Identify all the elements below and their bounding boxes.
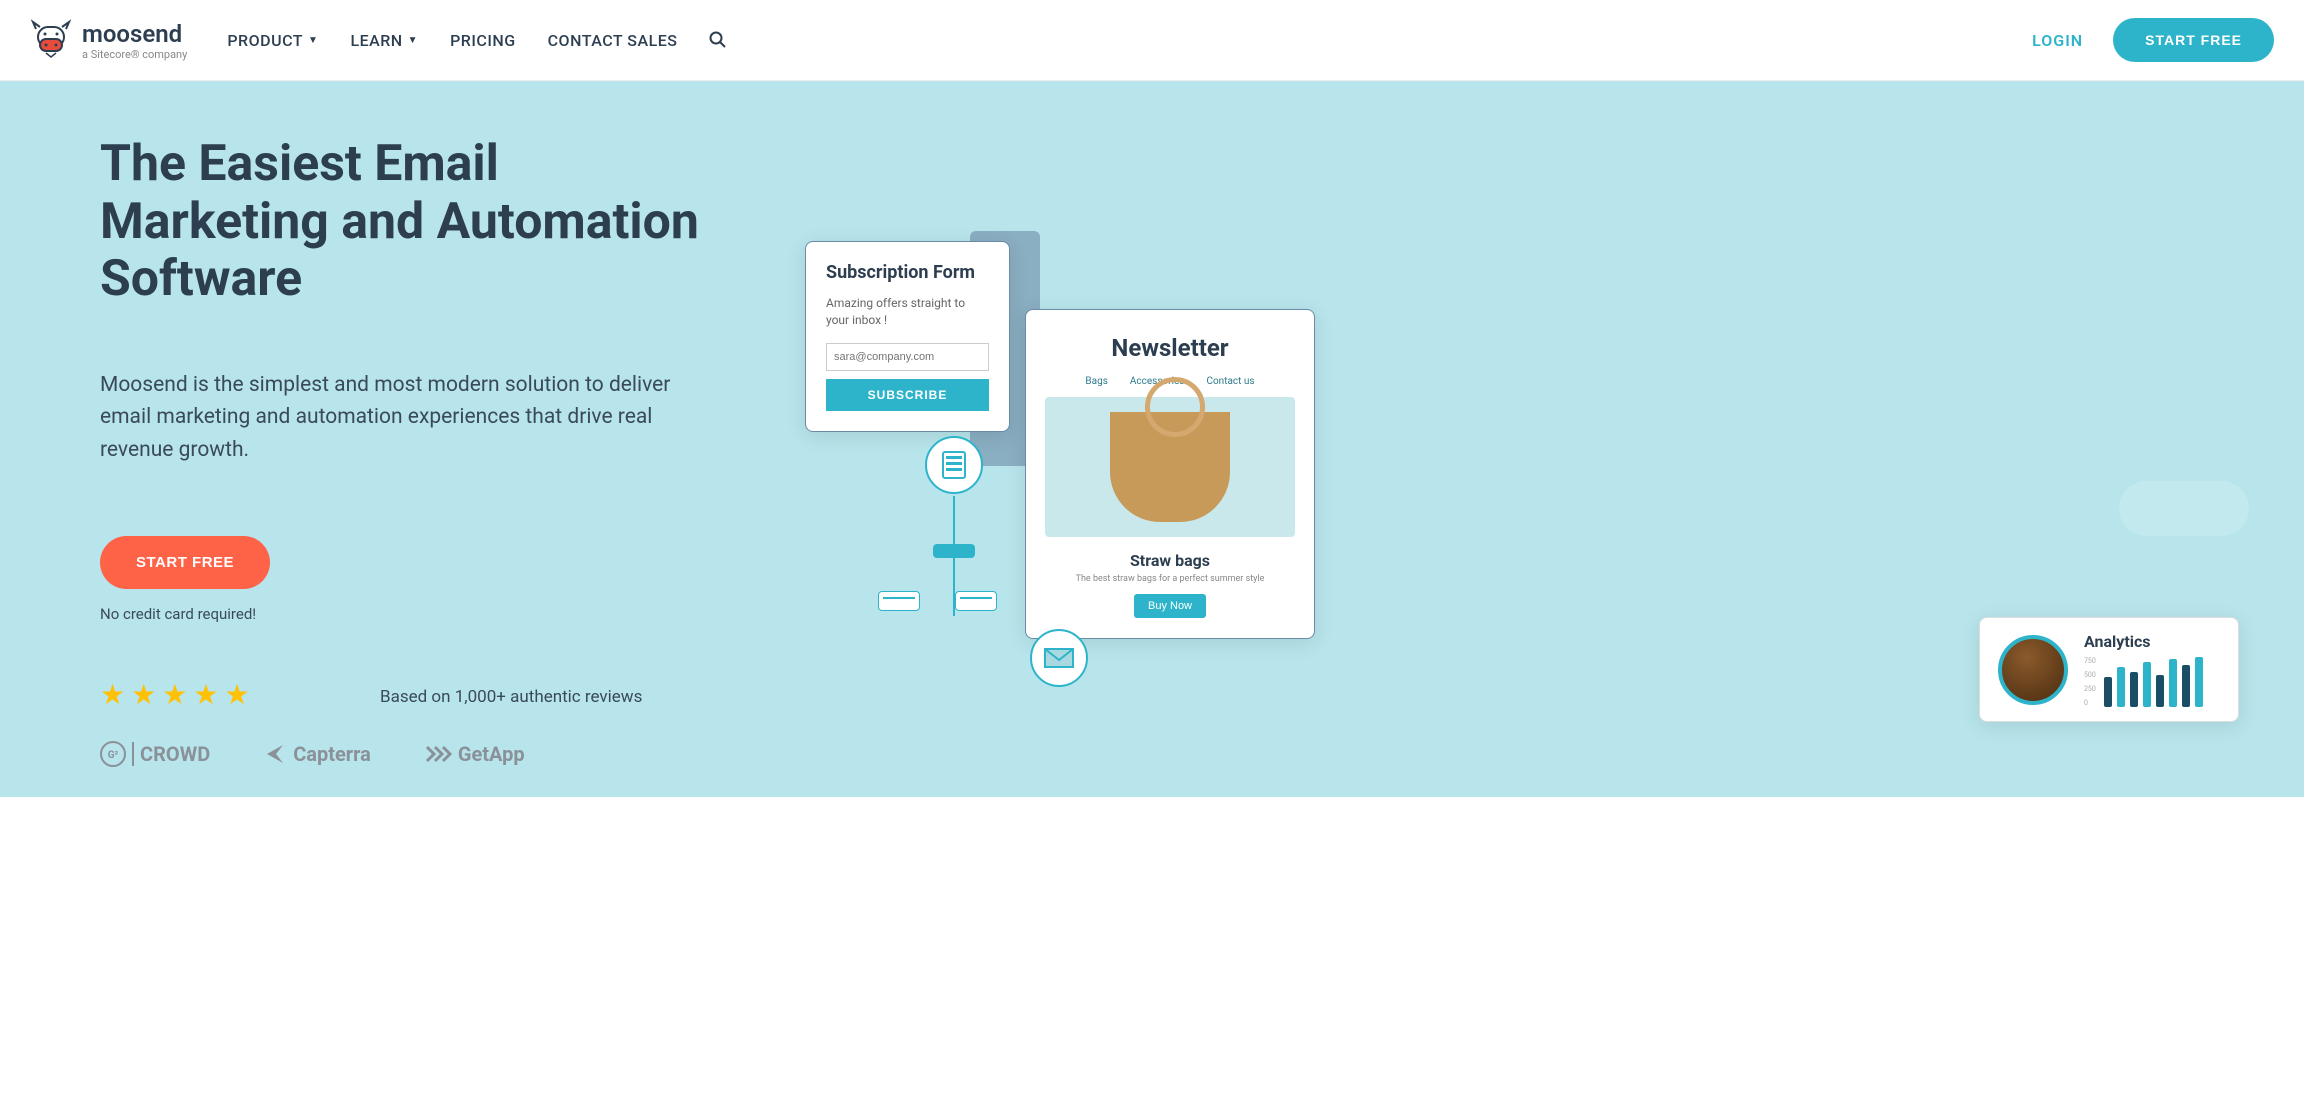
chat-bubble-shape: [2119, 481, 2249, 536]
hero-section: The Easiest Email Marketing and Automati…: [0, 81, 2304, 797]
hero-start-free-button[interactable]: START FREE: [100, 536, 270, 589]
nav-pricing[interactable]: PRICING: [450, 31, 516, 50]
nav-product[interactable]: PRODUCT▼: [227, 31, 318, 50]
sub-form-title: Subscription Form: [826, 262, 989, 283]
g2crowd-logo: G² CROWD: [100, 741, 210, 767]
logo-name: moosend: [82, 20, 187, 48]
login-link[interactable]: LOGIN: [2032, 31, 2083, 50]
mail-icon: [1030, 629, 1088, 687]
analytics-title: Analytics: [2084, 632, 2220, 651]
chart-bar: [2143, 662, 2151, 707]
header-left: moosend a Sitecore® company PRODUCT▼ LEA…: [30, 19, 727, 61]
g2-icon: G²: [100, 741, 126, 767]
bar-chart: [2104, 657, 2203, 707]
main-header: moosend a Sitecore® company PRODUCT▼ LEA…: [0, 0, 2304, 81]
star-icon: ★: [193, 678, 218, 711]
chart-bar: [2104, 677, 2112, 707]
review-logos: G² CROWD Capterra GetApp: [100, 741, 720, 767]
logo[interactable]: moosend a Sitecore® company: [30, 19, 187, 61]
chart-bar: [2130, 672, 2138, 707]
hero-title: The Easiest Email Marketing and Automati…: [100, 136, 720, 309]
hero-note: No credit card required!: [100, 605, 720, 623]
newsletter-subtitle: The best straw bags for a perfect summer…: [1036, 574, 1304, 584]
star-icon: ★: [162, 678, 187, 711]
hero-description: Moosend is the simplest and most modern …: [100, 369, 720, 467]
logo-text: moosend a Sitecore® company: [82, 20, 187, 61]
hero-illustration: Subscription Form Amazing offers straigh…: [760, 136, 2204, 767]
arrow-icon: [265, 743, 287, 765]
flow-node: [955, 591, 997, 611]
newsletter-card: Newsletter Bags Accessories Contact us S…: [1025, 309, 1315, 639]
analytics-content: Analytics 750 500 250 0: [2084, 632, 2220, 707]
sub-email-input: [826, 343, 989, 371]
nl-tab-bags: Bags: [1085, 376, 1107, 387]
bag-illustration: [1110, 412, 1230, 522]
getapp-logo: GetApp: [426, 742, 525, 766]
y-axis-labels: 750 500 250 0: [2084, 657, 2096, 707]
document-icon: [925, 436, 983, 494]
caret-down-icon: ▼: [308, 35, 318, 46]
nav-contact-sales[interactable]: CONTACT SALES: [548, 31, 678, 50]
chevrons-icon: [426, 745, 452, 763]
chart-bar: [2156, 675, 2164, 707]
newsletter-product: Straw bags: [1036, 551, 1304, 570]
reviews-block: ★ ★ ★ ★ ★ Based on 1,000+ authentic revi…: [100, 678, 720, 767]
main-nav: PRODUCT▼ LEARN▼ PRICING CONTACT SALES: [227, 31, 727, 50]
nav-learn[interactable]: LEARN▼: [350, 31, 418, 50]
chart-bar: [2169, 659, 2177, 707]
search-icon[interactable]: [709, 31, 727, 49]
start-free-button[interactable]: START FREE: [2113, 18, 2274, 62]
newsletter-image: [1045, 397, 1295, 537]
subscription-form-card: Subscription Form Amazing offers straigh…: [805, 241, 1010, 432]
buy-now-button: Buy Now: [1134, 594, 1206, 618]
star-icon: ★: [100, 678, 125, 711]
sub-form-desc: Amazing offers straight to your inbox !: [826, 295, 989, 329]
logo-tagline: a Sitecore® company: [82, 48, 187, 61]
caret-down-icon: ▼: [408, 35, 418, 46]
subscribe-button: SUBSCRIBE: [826, 379, 989, 411]
review-text: Based on 1,000+ authentic reviews: [380, 687, 642, 707]
avatar: [1998, 635, 2068, 705]
star-icon: ★: [131, 678, 156, 711]
nl-tab-contact: Contact us: [1206, 376, 1254, 387]
hero-content: The Easiest Email Marketing and Automati…: [100, 136, 720, 767]
header-right: LOGIN START FREE: [2032, 18, 2274, 62]
star-icon: ★: [224, 678, 249, 711]
chart-bar: [2182, 665, 2190, 707]
svg-text:G²: G²: [108, 750, 119, 761]
chart-bar: [2195, 657, 2203, 707]
newsletter-title: Newsletter: [1036, 334, 1304, 362]
capterra-logo: Capterra: [265, 742, 371, 766]
cow-logo-icon: [30, 19, 72, 61]
flow-node: [933, 544, 975, 558]
analytics-card: Analytics 750 500 250 0: [1979, 617, 2239, 722]
flow-node: [878, 591, 920, 611]
chart-bar: [2117, 667, 2125, 707]
